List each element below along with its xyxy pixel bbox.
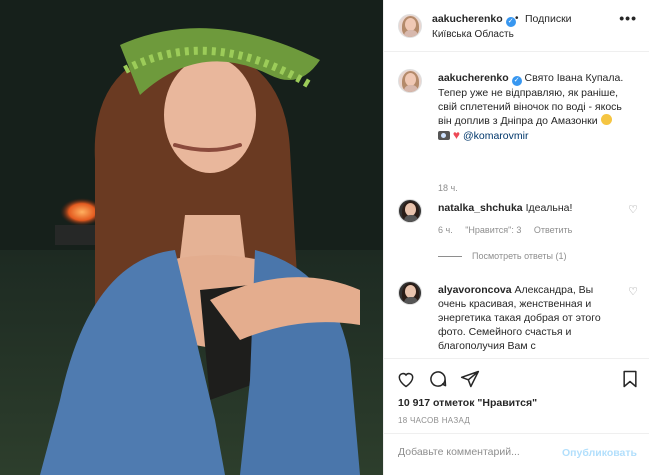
author-avatar[interactable] xyxy=(398,14,422,38)
likes-count[interactable]: 10 917 отметок "Нравится" xyxy=(398,397,537,409)
grinning-emoji-icon xyxy=(600,114,612,125)
add-comment-input[interactable] xyxy=(398,446,548,458)
publish-comment-button[interactable]: Опубликовать xyxy=(562,447,637,459)
save-bookmark-icon[interactable] xyxy=(620,369,640,389)
red-heart-emoji-icon: ♥ xyxy=(452,128,461,142)
view-replies-button[interactable]: Посмотреть ответы (1) xyxy=(438,251,567,261)
caption-avatar[interactable] xyxy=(398,69,422,93)
commenter-avatar[interactable] xyxy=(398,281,422,305)
comment-reply-button[interactable]: Ответить xyxy=(534,225,572,235)
comment-like-icon[interactable]: ♡ xyxy=(628,285,638,298)
separator-dot: • xyxy=(515,13,519,24)
post-side-panel: aakucherenko ✓ • Подписки Київська Област… xyxy=(383,0,649,475)
commenter-avatar[interactable] xyxy=(398,199,422,223)
post-location[interactable]: Київська Область xyxy=(432,29,514,40)
more-options-icon[interactable]: ••• xyxy=(619,10,637,26)
replies-divider xyxy=(438,256,462,258)
caption-username[interactable]: aakucherenko ✓ xyxy=(438,72,522,86)
commenter-username[interactable]: natalka_shchuka xyxy=(438,202,523,214)
post-timestamp[interactable]: 18 ЧАСОВ НАЗАД xyxy=(398,416,470,425)
verified-icon: ✓ xyxy=(511,76,522,86)
comments-section[interactable]: aakucherenko ✓ Свято Івана Купала. Тепер … xyxy=(384,53,649,358)
comment-text: Ідеальна! xyxy=(525,202,573,214)
commenter-username[interactable]: alyavoroncova xyxy=(438,284,512,296)
comment-icon[interactable] xyxy=(428,369,448,389)
share-icon[interactable] xyxy=(460,369,480,389)
comment-meta: 6 ч. "Нравится": 3 Ответить xyxy=(438,225,582,235)
caption-mention-link[interactable]: @komarovmir xyxy=(463,130,529,142)
caption-text: aakucherenko ✓ Свято Івана Купала. Тепер … xyxy=(438,71,636,143)
camera-emoji-icon xyxy=(438,131,450,140)
comment-likes-count[interactable]: "Нравится": 3 xyxy=(465,225,521,235)
author-username[interactable]: aakucherenko ✓ xyxy=(432,13,516,27)
post-photo[interactable] xyxy=(0,0,383,475)
comment-like-icon[interactable]: ♡ xyxy=(628,203,638,216)
caption-time[interactable]: 18 ч. xyxy=(438,183,458,193)
following-button[interactable]: Подписки xyxy=(525,13,572,25)
post-header: aakucherenko ✓ • Подписки Київська Област… xyxy=(384,0,649,52)
view-replies-label: Посмотреть ответы (1) xyxy=(472,251,567,261)
add-comment-bar: Опубликовать xyxy=(384,433,649,475)
like-icon[interactable] xyxy=(396,369,416,389)
comment-time[interactable]: 6 ч. xyxy=(438,225,453,235)
comment-body: alyavoroncova Александра, Вы очень краси… xyxy=(438,283,616,353)
post-actions: 10 917 отметок "Нравится" xyxy=(384,358,649,410)
photo-illustration xyxy=(0,0,383,475)
comment-body: natalka_shchuka Ідеальна! xyxy=(438,201,616,215)
